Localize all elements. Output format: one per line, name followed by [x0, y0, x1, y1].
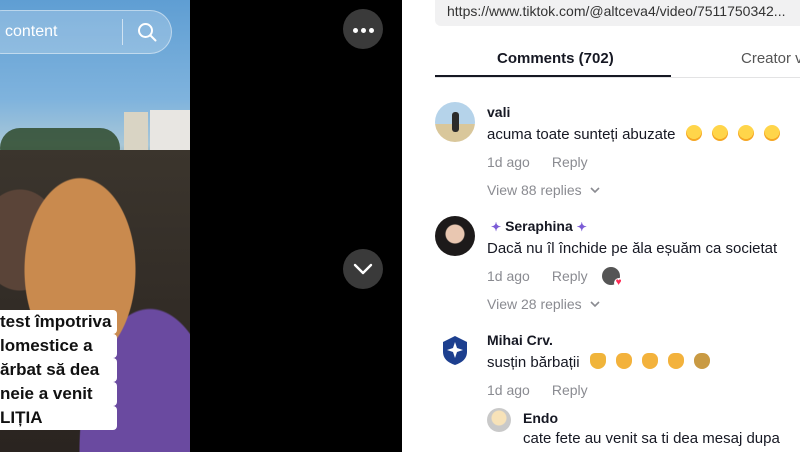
- comment-meta: 1d ago Reply: [487, 266, 777, 288]
- video-caption: test împotriva lomestice a ărbat să dea …: [0, 310, 118, 430]
- comment-text: acuma toate sunteți abuzate: [487, 124, 781, 146]
- comment-username[interactable]: Mihai Crv.: [487, 330, 710, 350]
- active-tab-indicator: [435, 75, 671, 77]
- flexed-biceps-icon: [615, 353, 632, 369]
- comment-text: Dacă nu îl închide pe ăla eșuăm ca socie…: [487, 240, 778, 257]
- caption-line: neie a venit: [0, 382, 118, 406]
- comment-username-row[interactable]: ✦ Seraphina ✦: [487, 216, 777, 236]
- panel-tabs: Comments (702) Creator v: [435, 44, 800, 78]
- view-replies-label: View 28 replies: [487, 296, 582, 312]
- comment-time: 1d ago: [487, 268, 530, 284]
- money-bag-icon: [694, 353, 711, 369]
- avatar[interactable]: [487, 408, 511, 432]
- thumbs-up-icon: [589, 353, 606, 369]
- avatar[interactable]: [435, 102, 475, 142]
- comment-time: 1d ago: [487, 382, 530, 398]
- video-side-area: [190, 0, 402, 452]
- creator-liked-icon: [601, 267, 624, 288]
- view-replies-button[interactable]: View 28 replies: [487, 294, 777, 314]
- comment-text: susțin bărbații: [487, 352, 711, 374]
- laughing-emoji-icon: [711, 125, 728, 141]
- caption-line: test împotriva: [0, 310, 118, 334]
- comment-username: Seraphina: [505, 218, 573, 234]
- caption-line: LIȚIA: [0, 406, 118, 430]
- tiktok-screen: content test împotriva lomestice a ărbat…: [0, 0, 800, 452]
- chevron-down-icon: [353, 263, 373, 275]
- view-replies-label: View 88 replies: [487, 182, 582, 198]
- avatar[interactable]: [435, 330, 475, 370]
- comment-text-content: acuma toate sunteți abuzate: [487, 126, 676, 143]
- reply-text: cate fete au venit sa ti dea mesaj dupa: [523, 430, 780, 447]
- chevron-down-icon: [590, 300, 600, 307]
- caption-line: lomestice a: [0, 334, 118, 358]
- reply-button[interactable]: Reply: [552, 266, 588, 286]
- flexed-biceps-icon: [668, 353, 685, 369]
- comment-text-content: susțin bărbații: [487, 354, 580, 371]
- flexed-biceps-icon: [642, 353, 659, 369]
- comment-meta: 1d ago Reply: [487, 380, 710, 400]
- tab-comments[interactable]: Comments (702): [497, 50, 614, 67]
- more-options-button[interactable]: [343, 9, 383, 49]
- fairy-emoji-icon: ✦: [576, 220, 587, 234]
- next-video-button[interactable]: [343, 249, 383, 289]
- comment-username[interactable]: vali: [487, 102, 780, 122]
- video-url-field[interactable]: https://www.tiktok.com/@altceva4/video/7…: [435, 0, 800, 26]
- laughing-emoji-icon: [685, 125, 702, 141]
- chevron-down-icon: [590, 186, 600, 193]
- search-bar[interactable]: content: [0, 10, 172, 54]
- comments-panel: https://www.tiktok.com/@altceva4/video/7…: [402, 0, 800, 452]
- more-icon: [351, 20, 375, 38]
- fairy-emoji-icon: ✦: [491, 220, 502, 234]
- reply-button[interactable]: Reply: [552, 380, 588, 400]
- reply-username[interactable]: Endo: [523, 408, 780, 428]
- laughing-emoji-icon: [737, 125, 754, 141]
- tab-creator-videos[interactable]: Creator v: [741, 50, 800, 67]
- caption-line: ărbat să dea: [0, 358, 118, 382]
- reply-button[interactable]: Reply: [552, 152, 588, 172]
- avatar[interactable]: [435, 216, 475, 256]
- video-player[interactable]: content test împotriva lomestice a ărbat…: [0, 0, 190, 452]
- crest-icon: [443, 336, 467, 365]
- comment-time: 1d ago: [487, 154, 530, 170]
- search-bar-label: content: [5, 23, 58, 40]
- search-icon[interactable]: [123, 22, 171, 42]
- laughing-emoji-icon: [764, 125, 781, 141]
- view-replies-button[interactable]: View 88 replies: [487, 180, 780, 200]
- comment-meta: 1d ago Reply: [487, 152, 780, 172]
